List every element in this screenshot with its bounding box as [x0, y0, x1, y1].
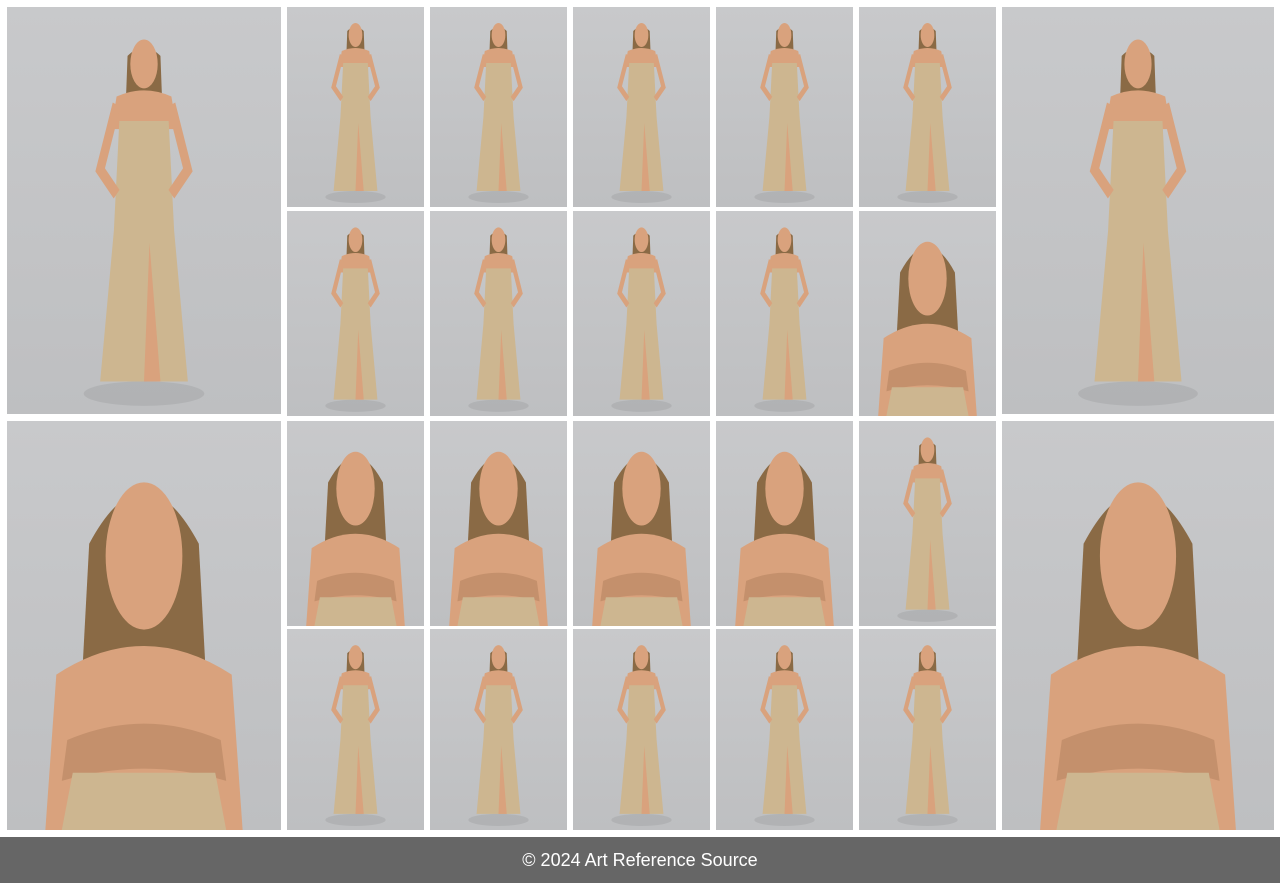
photo-small-r2c5 — [859, 211, 996, 416]
figure-silhouette — [897, 437, 958, 622]
photo-small-r4c3 — [573, 629, 710, 830]
figure-silhouette — [897, 23, 958, 203]
photo-portrait-right-bottom — [1002, 421, 1274, 830]
photo-small-r4c4 — [716, 629, 853, 830]
photo-small-r3c2 — [430, 421, 567, 626]
figure-silhouette — [45, 482, 243, 830]
copyright-text: © 2024 Art Reference Source — [522, 849, 758, 870]
photo-small-r3c1 — [287, 421, 424, 626]
figure-silhouette — [325, 23, 386, 203]
photo-portrait-left-bottom — [7, 421, 281, 830]
figure-silhouette — [878, 241, 977, 416]
figure-silhouette — [325, 227, 386, 412]
photo-small-r4c1 — [287, 629, 424, 830]
figure-silhouette — [325, 645, 386, 826]
figure-silhouette — [735, 451, 834, 626]
figure-silhouette — [83, 39, 205, 406]
figure-silhouette — [611, 227, 672, 412]
photo-small-r1c5 — [859, 7, 996, 207]
figure-silhouette — [611, 645, 672, 826]
photo-small-r2c3 — [573, 211, 710, 416]
photo-small-r3c4 — [716, 421, 853, 626]
figure-silhouette — [754, 23, 815, 203]
photo-small-r1c4 — [716, 7, 853, 207]
figure-silhouette — [468, 227, 529, 412]
figure-silhouette — [468, 23, 529, 203]
photo-small-r1c2 — [430, 7, 567, 207]
photo-small-r3c3 — [573, 421, 710, 626]
figure-silhouette — [754, 227, 815, 412]
photo-small-r2c4 — [716, 211, 853, 416]
figure-silhouette — [1078, 39, 1198, 406]
figure-silhouette — [449, 451, 548, 626]
photo-full-right-top — [1002, 7, 1274, 414]
photo-small-r2c2 — [430, 211, 567, 416]
photo-small-r1c1 — [287, 7, 424, 207]
photo-small-r2c1 — [287, 211, 424, 416]
figure-silhouette — [592, 451, 691, 626]
photo-full-left-top — [7, 7, 281, 414]
footer-bar: © 2024 Art Reference Source — [0, 837, 1280, 883]
photo-small-r1c3 — [573, 7, 710, 207]
photo-small-r3c5 — [859, 421, 996, 626]
figure-silhouette — [897, 645, 958, 826]
photo-small-r4c5 — [859, 629, 996, 830]
figure-silhouette — [468, 645, 529, 826]
figure-silhouette — [1040, 482, 1236, 830]
photo-small-r4c2 — [430, 629, 567, 830]
figure-silhouette — [306, 451, 405, 626]
figure-silhouette — [611, 23, 672, 203]
figure-silhouette — [754, 645, 815, 826]
